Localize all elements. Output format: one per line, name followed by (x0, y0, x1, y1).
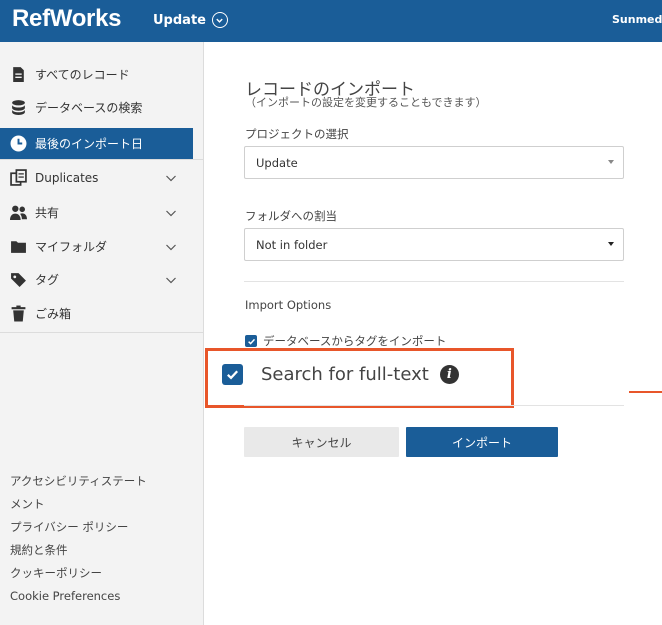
project-switcher[interactable]: Update (153, 12, 228, 28)
folder-select-value: Not in folder (256, 237, 328, 252)
sidebar-item-label: Duplicates (35, 170, 99, 185)
sidebar-item-database-search[interactable]: データベースの検索 (0, 92, 193, 123)
chevron-down-icon (211, 12, 228, 28)
document-icon (10, 66, 27, 83)
project-select-value: Update (256, 155, 298, 170)
sidebar-item-label: マイフォルダ (35, 240, 108, 254)
privacy-policy-link[interactable]: プライバシー ポリシー (10, 516, 190, 539)
cookie-preferences-link[interactable]: Cookie Preferences (10, 585, 190, 608)
duplicates-icon (10, 169, 27, 186)
import-panel: レコードのインポート （インポートの設定を変更することもできます） プロジェクト… (205, 42, 662, 625)
accessibility-statement-link[interactable]: アクセシビリティステート メント (10, 470, 190, 516)
caret-down-icon (608, 242, 614, 246)
import-tags-label: データベースからタグをインポート (263, 334, 447, 348)
annotation-line (629, 391, 662, 393)
chevron-down-icon[interactable] (165, 207, 177, 219)
chevron-down-icon[interactable] (165, 241, 177, 253)
users-icon (10, 204, 27, 221)
sidebar-item-trash[interactable]: ごみ箱 (0, 298, 193, 329)
sidebar-footer: アクセシビリティステート メント プライバシー ポリシー 規約と条件 クッキーポ… (10, 470, 190, 608)
sidebar-item-my-folders[interactable]: マイフォルダ (0, 231, 193, 262)
sidebar-item-label: 共有 (35, 206, 60, 220)
sidebar-item-shared[interactable]: 共有 (0, 197, 193, 228)
chevron-down-icon[interactable] (165, 172, 177, 184)
import-options-label: Import Options (245, 298, 332, 312)
section-divider (244, 405, 624, 406)
sidebar-item-label: すべてのレコード (35, 68, 130, 82)
sidebar-item-label: タグ (35, 273, 60, 287)
cookie-policy-link[interactable]: クッキーポリシー (10, 562, 190, 585)
sidebar-item-tags[interactable]: タグ (0, 264, 193, 295)
sidebar-item-label: ごみ箱 (35, 307, 72, 321)
import-tags-checkbox[interactable]: データベースからタグをインポート (245, 333, 446, 349)
full-text-label: Search for full-text (261, 364, 429, 385)
checkmark-icon (222, 364, 243, 385)
folder-icon (10, 238, 27, 255)
top-bar: RefWorks Update Sunmedia (0, 0, 662, 42)
sidebar-item-last-import[interactable]: 最後のインポート日 (0, 128, 193, 159)
info-icon[interactable]: i (439, 365, 459, 384)
clock-icon (10, 135, 27, 152)
sidebar-item-label: 最後のインポート日 (35, 137, 144, 151)
checkmark-icon (245, 335, 257, 347)
import-button[interactable]: インポート (406, 427, 558, 457)
sidebar-divider (0, 332, 204, 333)
database-icon (10, 99, 27, 116)
sidebar-item-label: データベースの検索 (35, 101, 143, 115)
trash-icon (10, 305, 27, 322)
page-subtitle: （インポートの設定を変更することもできます） (245, 96, 487, 109)
project-name: Update (153, 12, 206, 28)
sidebar-divider (0, 159, 204, 160)
project-select[interactable]: Update (244, 146, 624, 179)
chevron-down-icon[interactable] (165, 274, 177, 286)
full-text-checkbox[interactable]: Search for full-text i (222, 364, 459, 385)
folder-select[interactable]: Not in folder (244, 228, 624, 261)
section-divider (244, 281, 624, 282)
caret-down-icon (608, 160, 614, 164)
sidebar: すべてのレコード データベースの検索 最後のインポート日 Duplicates … (0, 42, 204, 625)
project-select-label: プロジェクトの選択 (245, 127, 349, 141)
tag-icon (10, 271, 27, 288)
refworks-logo[interactable]: RefWorks (12, 5, 121, 33)
cancel-button[interactable]: キャンセル (244, 427, 399, 457)
folder-select-label: フォルダへの割当 (245, 209, 337, 223)
user-name[interactable]: Sunmedia (612, 13, 662, 26)
terms-link[interactable]: 規約と条件 (10, 539, 190, 562)
sidebar-item-duplicates[interactable]: Duplicates (0, 162, 193, 193)
sidebar-item-all-records[interactable]: すべてのレコード (0, 59, 193, 90)
